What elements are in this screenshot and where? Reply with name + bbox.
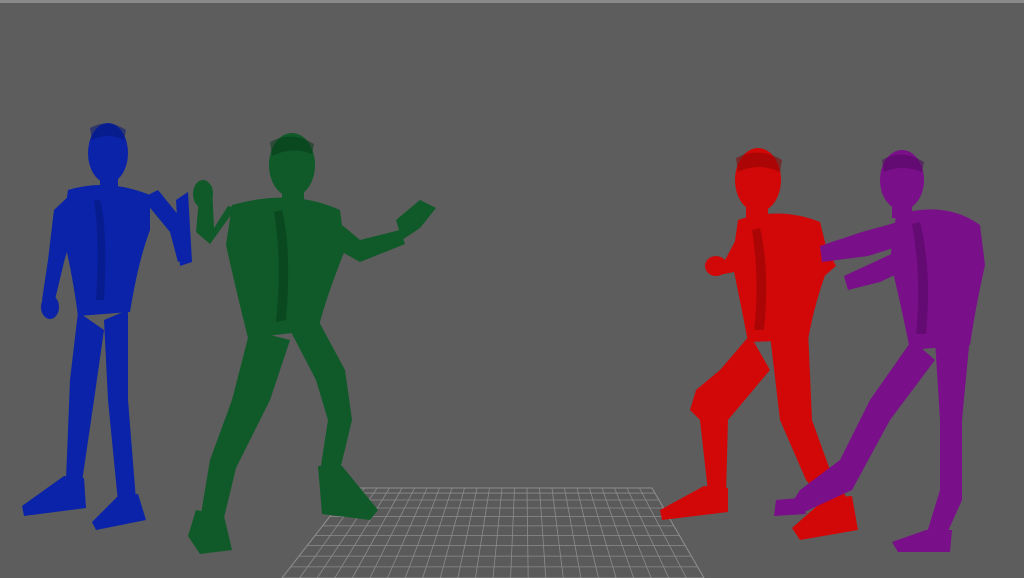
3d-viewport[interactable] [0,0,1024,578]
scene-canvas[interactable] [0,0,1024,578]
blue-figure[interactable] [22,123,192,530]
